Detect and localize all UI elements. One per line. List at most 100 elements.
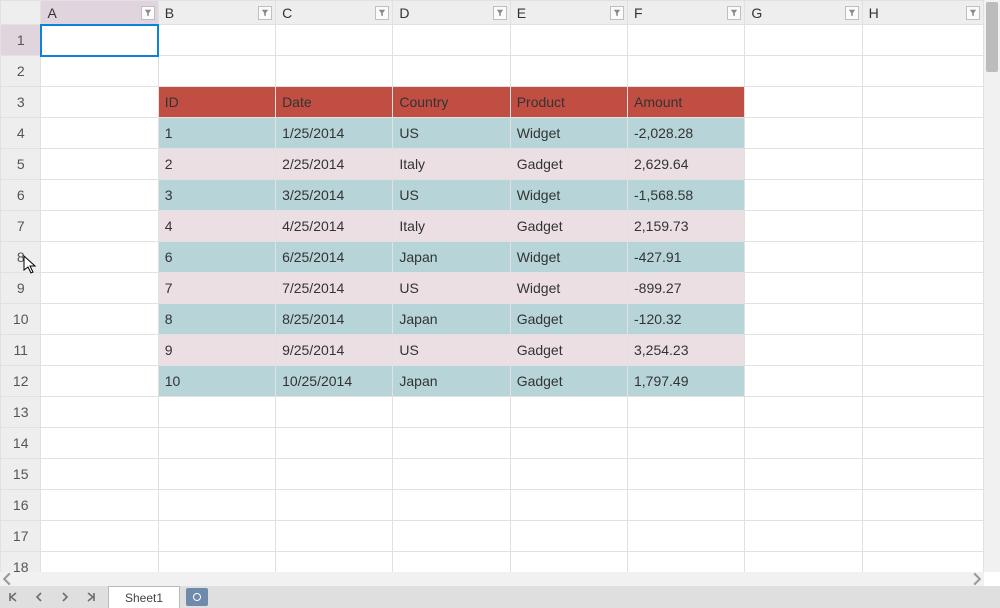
cell-H15[interactable]	[862, 459, 983, 490]
row-header-17[interactable]: 17	[1, 521, 41, 552]
row-header-2[interactable]: 2	[1, 56, 41, 87]
cell-G3[interactable]	[745, 87, 862, 118]
cell-A18[interactable]	[41, 552, 158, 573]
cell-B13[interactable]	[158, 397, 275, 428]
cell-H6[interactable]	[862, 180, 983, 211]
cell-H14[interactable]	[862, 428, 983, 459]
row-header-18[interactable]: 18	[1, 552, 41, 573]
cell-F2[interactable]	[628, 56, 745, 87]
select-all-corner[interactable]	[1, 1, 41, 25]
cell-G14[interactable]	[745, 428, 862, 459]
cell-A2[interactable]	[41, 56, 158, 87]
row-header-11[interactable]: 11	[1, 335, 41, 366]
cell-H3[interactable]	[862, 87, 983, 118]
col-header-C[interactable]: C	[276, 1, 393, 25]
cell-E12[interactable]: Gadget	[510, 366, 627, 397]
row-header-5[interactable]: 5	[1, 149, 41, 180]
last-sheet-button[interactable]	[78, 586, 104, 608]
row-header-8[interactable]: 8	[1, 242, 41, 273]
cell-E2[interactable]	[510, 56, 627, 87]
cell-D16[interactable]	[393, 490, 510, 521]
row-header-15[interactable]: 15	[1, 459, 41, 490]
cell-F16[interactable]	[628, 490, 745, 521]
cell-B9[interactable]: 7	[158, 273, 275, 304]
cell-C2[interactable]	[276, 56, 393, 87]
cell-D11[interactable]: US	[393, 335, 510, 366]
cell-G1[interactable]	[745, 25, 862, 56]
cell-B1[interactable]	[158, 25, 275, 56]
col-header-G[interactable]: G	[745, 1, 862, 25]
cell-B16[interactable]	[158, 490, 275, 521]
cell-B10[interactable]: 8	[158, 304, 275, 335]
cell-H4[interactable]	[862, 118, 983, 149]
cell-C4[interactable]: 1/25/2014	[276, 118, 393, 149]
cell-A17[interactable]	[41, 521, 158, 552]
col-header-B[interactable]: B	[158, 1, 275, 25]
cell-B15[interactable]	[158, 459, 275, 490]
cell-A6[interactable]	[41, 180, 158, 211]
cell-C10[interactable]: 8/25/2014	[276, 304, 393, 335]
col-header-D[interactable]: D	[393, 1, 510, 25]
cell-H11[interactable]	[862, 335, 983, 366]
cell-F11[interactable]: 3,254.23	[628, 335, 745, 366]
cell-G8[interactable]	[745, 242, 862, 273]
cell-H5[interactable]	[862, 149, 983, 180]
cell-A16[interactable]	[41, 490, 158, 521]
cell-B7[interactable]: 4	[158, 211, 275, 242]
cell-D2[interactable]	[393, 56, 510, 87]
cell-E5[interactable]: Gadget	[510, 149, 627, 180]
cell-G6[interactable]	[745, 180, 862, 211]
cell-E10[interactable]: Gadget	[510, 304, 627, 335]
cell-F13[interactable]	[628, 397, 745, 428]
cell-E15[interactable]	[510, 459, 627, 490]
cell-F6[interactable]: -1,568.58	[628, 180, 745, 211]
cell-F12[interactable]: 1,797.49	[628, 366, 745, 397]
cell-E16[interactable]	[510, 490, 627, 521]
cell-A15[interactable]	[41, 459, 158, 490]
cell-H10[interactable]	[862, 304, 983, 335]
cell-A8[interactable]	[41, 242, 158, 273]
cell-B11[interactable]: 9	[158, 335, 275, 366]
cell-B2[interactable]	[158, 56, 275, 87]
filter-icon[interactable]	[845, 6, 859, 20]
filter-icon[interactable]	[610, 6, 624, 20]
row-header-6[interactable]: 6	[1, 180, 41, 211]
cell-E8[interactable]: Widget	[510, 242, 627, 273]
cell-B14[interactable]	[158, 428, 275, 459]
cell-A14[interactable]	[41, 428, 158, 459]
cell-E4[interactable]: Widget	[510, 118, 627, 149]
cell-B6[interactable]: 3	[158, 180, 275, 211]
cell-C5[interactable]: 2/25/2014	[276, 149, 393, 180]
filter-icon[interactable]	[375, 6, 389, 20]
cell-E13[interactable]	[510, 397, 627, 428]
cell-B18[interactable]	[158, 552, 275, 573]
row-header-14[interactable]: 14	[1, 428, 41, 459]
cell-C18[interactable]	[276, 552, 393, 573]
cell-A4[interactable]	[41, 118, 158, 149]
col-header-H[interactable]: H	[862, 1, 983, 25]
cell-A7[interactable]	[41, 211, 158, 242]
cell-D4[interactable]: US	[393, 118, 510, 149]
cell-G12[interactable]	[745, 366, 862, 397]
cell-E1[interactable]	[510, 25, 627, 56]
cell-A5[interactable]	[41, 149, 158, 180]
cell-F15[interactable]	[628, 459, 745, 490]
cell-C15[interactable]	[276, 459, 393, 490]
cell-A10[interactable]	[41, 304, 158, 335]
row-header-16[interactable]: 16	[1, 490, 41, 521]
cell-C12[interactable]: 10/25/2014	[276, 366, 393, 397]
cell-C9[interactable]: 7/25/2014	[276, 273, 393, 304]
cell-A13[interactable]	[41, 397, 158, 428]
row-header-9[interactable]: 9	[1, 273, 41, 304]
horizontal-scrollbar[interactable]	[0, 572, 984, 586]
cell-F10[interactable]: -120.32	[628, 304, 745, 335]
cell-G2[interactable]	[745, 56, 862, 87]
cell-B17[interactable]	[158, 521, 275, 552]
cell-H17[interactable]	[862, 521, 983, 552]
cell-A1[interactable]	[41, 25, 158, 56]
cell-H8[interactable]	[862, 242, 983, 273]
filter-icon[interactable]	[258, 6, 272, 20]
cell-D9[interactable]: US	[393, 273, 510, 304]
hscroll-left-icon[interactable]	[0, 573, 14, 585]
cell-E11[interactable]: Gadget	[510, 335, 627, 366]
